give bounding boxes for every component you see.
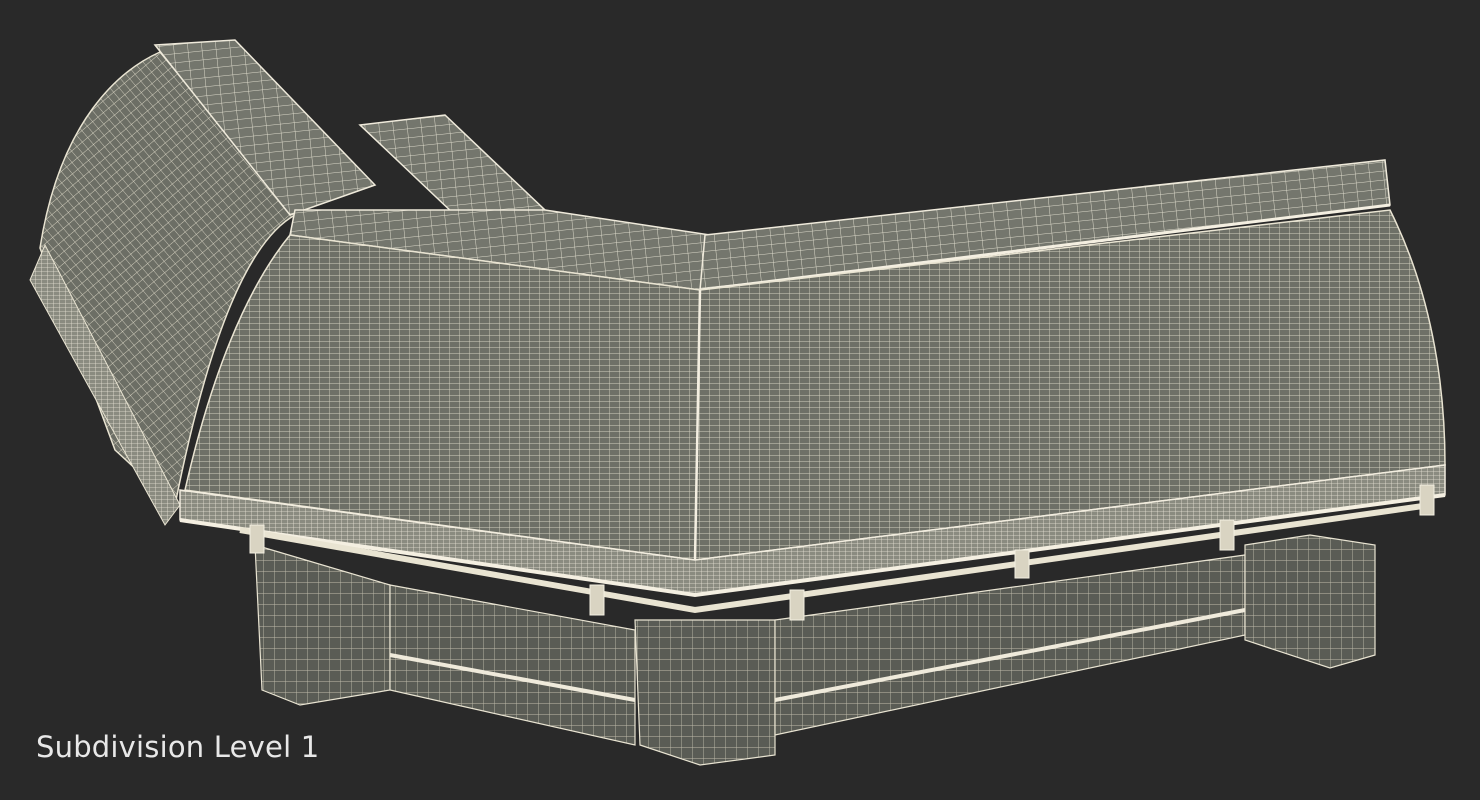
caption-label: Subdivision Level 1	[36, 730, 320, 764]
wireframe-model	[29, 39, 1446, 766]
render-viewport: Subdivision Level 1	[0, 0, 1480, 800]
